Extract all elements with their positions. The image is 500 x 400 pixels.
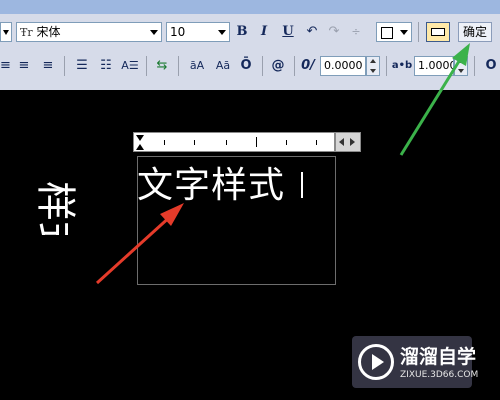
- green-arrow: [399, 43, 470, 156]
- play-logo-icon: [358, 344, 394, 380]
- watermark-subtitle: ZIXUE.3D66.COM: [400, 370, 479, 380]
- watermark: 溜溜自学 ZIXUE.3D66.COM: [352, 336, 478, 388]
- watermark-title: 溜溜自学: [400, 346, 477, 368]
- play-icon: [372, 354, 384, 370]
- red-arrow: [95, 203, 184, 285]
